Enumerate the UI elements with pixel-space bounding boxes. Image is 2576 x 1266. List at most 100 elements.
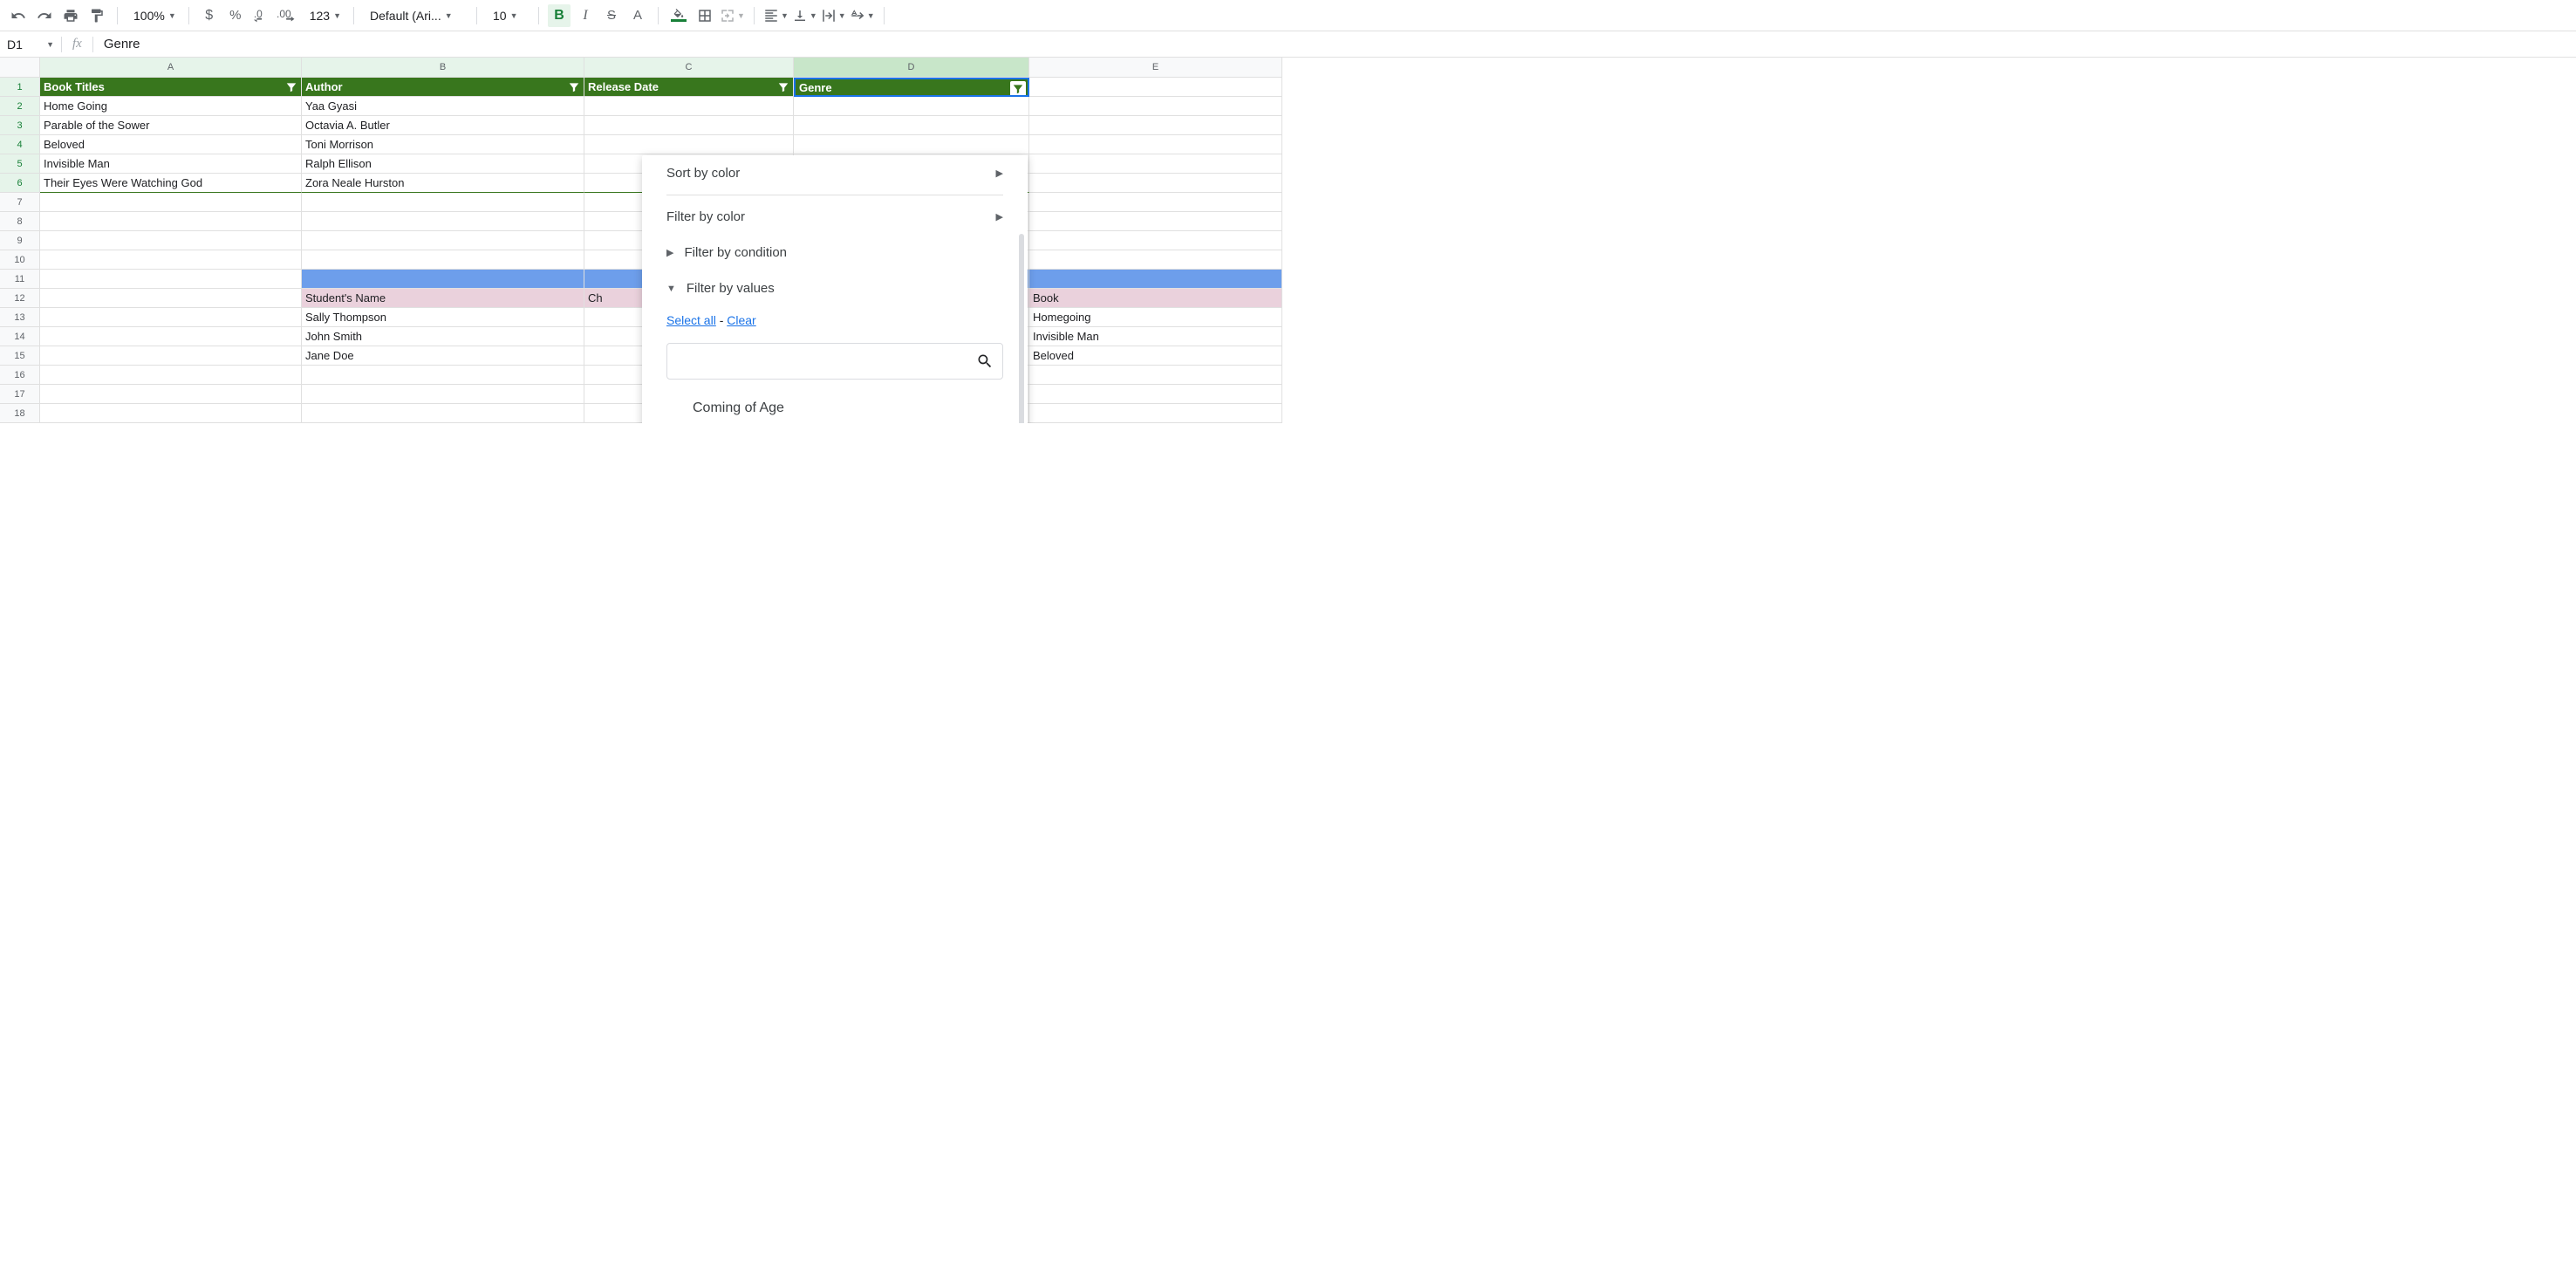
print-button[interactable] bbox=[59, 4, 82, 27]
text-rotation-button[interactable]: ▼ bbox=[850, 4, 875, 27]
row-header[interactable]: 9 bbox=[0, 231, 40, 250]
zoom-select[interactable]: 100% ▼ bbox=[126, 4, 180, 27]
v-align-button[interactable]: ▼ bbox=[792, 4, 817, 27]
col-header[interactable]: B bbox=[302, 58, 584, 78]
clear-link[interactable]: Clear bbox=[727, 313, 755, 327]
cell[interactable] bbox=[1029, 270, 1282, 289]
row-header[interactable]: 17 bbox=[0, 385, 40, 404]
formula-input[interactable]: Genre bbox=[93, 37, 151, 51]
text-color-button[interactable]: A bbox=[626, 4, 649, 27]
col-header[interactable]: C bbox=[584, 58, 794, 78]
popup-scrollbar[interactable] bbox=[1019, 234, 1024, 423]
cell[interactable] bbox=[1029, 212, 1282, 231]
row-header[interactable]: 16 bbox=[0, 366, 40, 385]
cell[interactable]: Zora Neale Hurston bbox=[302, 174, 584, 193]
cell[interactable] bbox=[40, 270, 302, 289]
row-header[interactable]: 15 bbox=[0, 346, 40, 366]
h-align-button[interactable]: ▼ bbox=[763, 4, 789, 27]
header-cell-genre[interactable]: Genre bbox=[794, 78, 1029, 97]
cell[interactable] bbox=[794, 97, 1029, 116]
cell[interactable] bbox=[584, 116, 794, 135]
filter-search-input[interactable] bbox=[676, 354, 976, 368]
cell[interactable]: Invisible Man bbox=[1029, 327, 1282, 346]
filter-by-color-item[interactable]: Filter by color ▶ bbox=[642, 199, 1028, 235]
row-header[interactable]: 18 bbox=[0, 404, 40, 423]
cell[interactable] bbox=[794, 116, 1029, 135]
filter-by-condition-item[interactable]: ▶ Filter by condition bbox=[642, 235, 1028, 270]
header-cell-release-date[interactable]: Release Date bbox=[584, 78, 794, 97]
cell[interactable]: Their Eyes Were Watching God bbox=[40, 174, 302, 193]
font-size-select[interactable]: 10 ▼ bbox=[486, 4, 530, 27]
cell[interactable]: Sally Thompson bbox=[302, 308, 584, 327]
cell[interactable] bbox=[1029, 135, 1282, 154]
cell[interactable]: Parable of the Sower bbox=[40, 116, 302, 135]
cell[interactable] bbox=[584, 135, 794, 154]
cell[interactable] bbox=[1029, 116, 1282, 135]
select-all-link[interactable]: Select all bbox=[666, 313, 716, 327]
cell[interactable] bbox=[40, 404, 302, 423]
filter-search-box[interactable] bbox=[666, 343, 1003, 380]
cell[interactable] bbox=[40, 308, 302, 327]
cell[interactable] bbox=[584, 97, 794, 116]
name-box[interactable]: D1 ▼ bbox=[0, 38, 61, 51]
cell[interactable]: Toni Morrison bbox=[302, 135, 584, 154]
cell[interactable] bbox=[1029, 174, 1282, 193]
header-cell-author[interactable]: Author bbox=[302, 78, 584, 97]
select-all-corner[interactable] bbox=[0, 58, 40, 78]
redo-button[interactable] bbox=[33, 4, 56, 27]
italic-button[interactable]: I bbox=[574, 4, 597, 27]
col-header[interactable]: A bbox=[40, 58, 302, 78]
cell[interactable]: Beloved bbox=[1029, 346, 1282, 366]
cell[interactable] bbox=[40, 327, 302, 346]
cell[interactable] bbox=[302, 366, 584, 385]
cell[interactable] bbox=[302, 193, 584, 212]
cell[interactable] bbox=[302, 250, 584, 270]
cell[interactable]: Jane Doe bbox=[302, 346, 584, 366]
cell[interactable]: Homegoing bbox=[1029, 308, 1282, 327]
cell[interactable] bbox=[40, 212, 302, 231]
cell[interactable] bbox=[1029, 193, 1282, 212]
fill-color-button[interactable] bbox=[667, 4, 690, 27]
cell[interactable] bbox=[40, 366, 302, 385]
cell[interactable] bbox=[1029, 404, 1282, 423]
percent-button[interactable]: % bbox=[224, 4, 247, 27]
filter-icon[interactable] bbox=[566, 79, 582, 95]
header-cell-book-titles[interactable]: Book Titles bbox=[40, 78, 302, 97]
row-header[interactable]: 4 bbox=[0, 135, 40, 154]
currency-button[interactable]: $ bbox=[198, 4, 221, 27]
cell[interactable]: Invisible Man bbox=[40, 154, 302, 174]
strikethrough-button[interactable]: S bbox=[600, 4, 623, 27]
cell[interactable] bbox=[40, 346, 302, 366]
text-wrap-button[interactable]: ▼ bbox=[821, 4, 846, 27]
filter-value-coming-of-age[interactable]: Coming of Age bbox=[686, 392, 1010, 423]
cell[interactable] bbox=[302, 404, 584, 423]
row-header[interactable]: 12 bbox=[0, 289, 40, 308]
cell[interactable] bbox=[1029, 231, 1282, 250]
row-header[interactable]: 13 bbox=[0, 308, 40, 327]
row-header[interactable]: 8 bbox=[0, 212, 40, 231]
filter-icon[interactable] bbox=[776, 79, 791, 95]
cell[interactable] bbox=[302, 385, 584, 404]
cell[interactable]: Octavia A. Butler bbox=[302, 116, 584, 135]
cell[interactable]: Beloved bbox=[40, 135, 302, 154]
cell[interactable] bbox=[40, 385, 302, 404]
col-header[interactable]: E bbox=[1029, 58, 1282, 78]
cell[interactable]: John Smith bbox=[302, 327, 584, 346]
filter-by-values-item[interactable]: ▼ Filter by values bbox=[642, 270, 1028, 306]
paint-format-button[interactable] bbox=[85, 4, 108, 27]
cell[interactable] bbox=[40, 289, 302, 308]
decrease-decimal-button[interactable]: .0 bbox=[250, 4, 273, 27]
number-format-select[interactable]: 123 ▼ bbox=[303, 4, 345, 27]
increase-decimal-button[interactable]: .00 bbox=[277, 4, 299, 27]
row-header[interactable]: 14 bbox=[0, 327, 40, 346]
row-header[interactable]: 11 bbox=[0, 270, 40, 289]
cell[interactable] bbox=[40, 231, 302, 250]
cell[interactable] bbox=[1029, 366, 1282, 385]
cell[interactable] bbox=[40, 193, 302, 212]
cell[interactable] bbox=[794, 135, 1029, 154]
filter-icon-active[interactable] bbox=[1010, 81, 1026, 97]
row-header[interactable]: 5 bbox=[0, 154, 40, 174]
cell[interactable]: Home Going bbox=[40, 97, 302, 116]
cell[interactable] bbox=[1029, 154, 1282, 174]
row-header[interactable]: 1 bbox=[0, 78, 40, 97]
